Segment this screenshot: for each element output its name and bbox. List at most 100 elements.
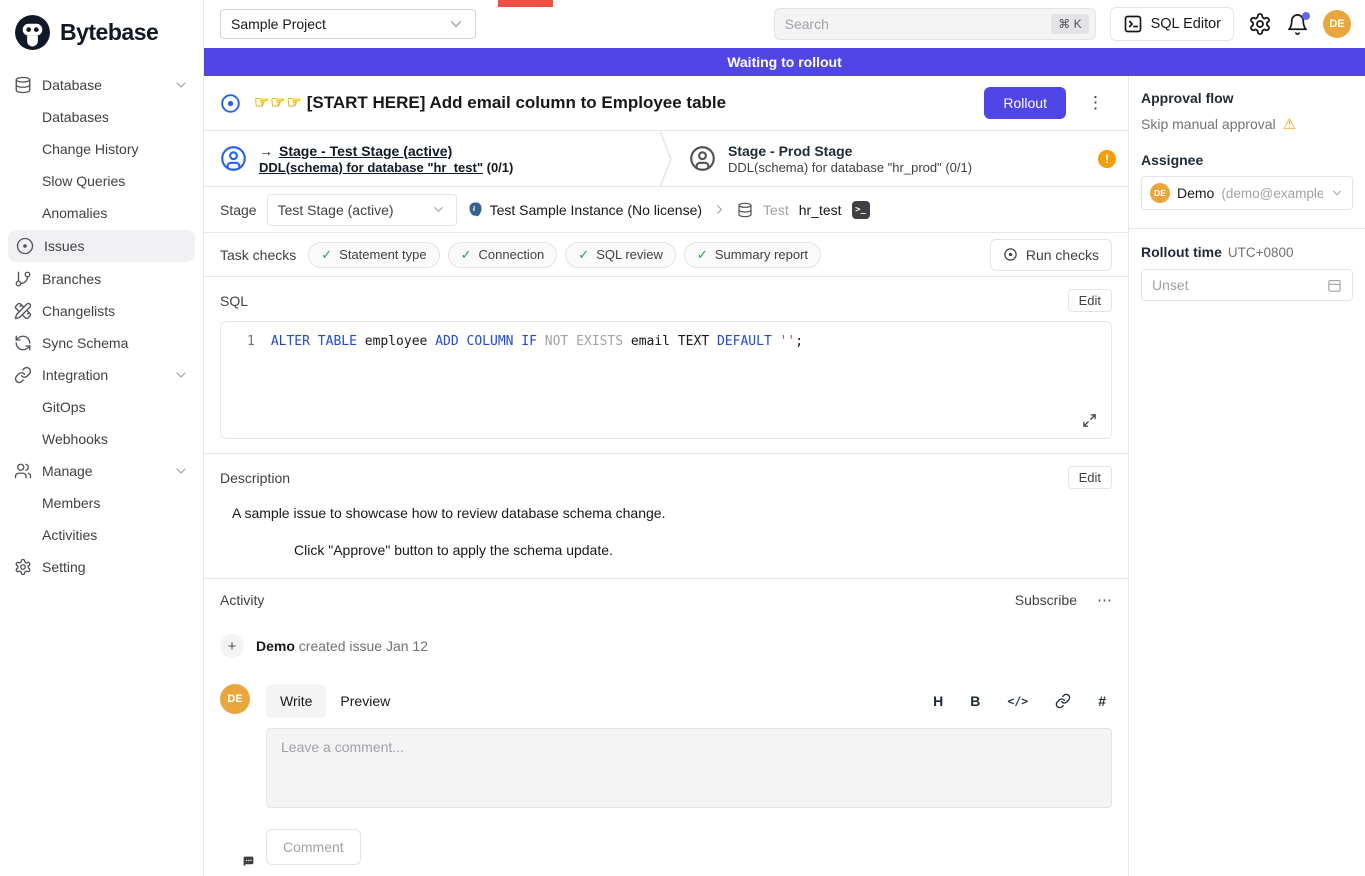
database-icon: [14, 76, 32, 94]
activity-section: Activity Subscribe ⋯ + Demo created issu…: [204, 579, 1128, 664]
comment-submit-button[interactable]: Comment: [266, 829, 361, 865]
sidebar-item-activities[interactable]: Activities: [0, 519, 203, 551]
sidebar-item-webhooks[interactable]: Webhooks: [0, 423, 203, 455]
link-format-button[interactable]: [1055, 693, 1071, 709]
sidebar: Bytebase Database Databases Change Histo…: [0, 0, 204, 876]
issue-detail: ☞☞☞[START HERE] Add email column to Empl…: [204, 76, 1128, 876]
sidebar-item-branches[interactable]: Branches: [0, 263, 203, 295]
chevron-down-icon: [173, 463, 189, 479]
chevron-down-icon: [1330, 186, 1344, 200]
issue-status-icon: [220, 93, 241, 114]
approval-flow-value: Skip manual approval: [1141, 116, 1276, 132]
notification-bell-icon[interactable]: [1286, 13, 1309, 36]
hash-format-button[interactable]: #: [1098, 693, 1106, 709]
stage-card-prod[interactable]: Stage - Prod Stage DDL(schema) for datab…: [673, 131, 1128, 186]
approval-flow-label: Approval flow: [1141, 90, 1353, 106]
stage-task-count: (0/1): [483, 160, 513, 175]
description-section: Description Edit A sample issue to showc…: [204, 454, 1128, 579]
bold-format-button[interactable]: B: [970, 693, 980, 709]
subscribe-button[interactable]: Subscribe: [1015, 592, 1077, 608]
more-options-icon[interactable]: ⋯: [1097, 591, 1112, 609]
sql-editor-button[interactable]: SQL Editor: [1110, 7, 1234, 41]
sidebar-item-sync-schema[interactable]: Sync Schema: [0, 327, 203, 359]
brand-name: Bytebase: [60, 19, 158, 46]
current-stage-arrow: →: [259, 143, 273, 159]
description-line-1: A sample issue to showcase how to review…: [232, 505, 1112, 521]
chevron-down-icon: [173, 77, 189, 93]
check-pill-summary-report[interactable]: ✓Summary report: [684, 242, 821, 268]
task-checks-row: Task checks ✓Statement type ✓Connection …: [204, 233, 1128, 277]
kebab-menu-icon[interactable]: ⋮: [1079, 93, 1112, 113]
brand-logo[interactable]: Bytebase: [0, 8, 203, 61]
stage-select[interactable]: Test Stage (active): [267, 194, 457, 226]
stage-selector-row: Stage Test Stage (active) Test Sample In…: [204, 187, 1128, 233]
topbar: Sample Project ⌘ K SQL Editor DE: [204, 0, 1365, 48]
tab-write[interactable]: Write: [266, 684, 326, 718]
comment-tabs: Write Preview H B </> #: [266, 684, 1112, 718]
git-branch-icon: [14, 270, 32, 288]
check-pill-statement-type[interactable]: ✓Statement type: [308, 242, 439, 268]
stage-user-icon: [689, 145, 716, 172]
settings-gear-icon[interactable]: [1248, 12, 1272, 36]
line-number: 1: [247, 334, 255, 349]
code-format-button[interactable]: </>: [1007, 694, 1028, 708]
plus-icon: +: [220, 634, 244, 658]
task-checks-label: Task checks: [220, 247, 296, 263]
database-cylinder-icon: [737, 202, 753, 218]
screen-recording-indicator: [498, 0, 553, 7]
search-box[interactable]: ⌘ K: [774, 8, 1096, 40]
issue-header: ☞☞☞[START HERE] Add email column to Empl…: [204, 76, 1128, 131]
expand-fullscreen-icon[interactable]: [1082, 413, 1097, 428]
run-checks-button[interactable]: Run checks: [990, 239, 1112, 271]
issue-sidebar: Approval flow Skip manual approval ⚠ Ass…: [1128, 76, 1365, 876]
rollout-timezone: UTC+0800: [1228, 245, 1294, 260]
sql-edit-button[interactable]: Edit: [1068, 289, 1112, 312]
sidebar-item-databases[interactable]: Databases: [0, 101, 203, 133]
project-select[interactable]: Sample Project: [220, 9, 476, 39]
comment-bubble-icon: [242, 855, 255, 868]
open-sql-editor-icon[interactable]: >_: [852, 201, 870, 219]
stage-task-label: DDL(schema) for database "hr_prod" (0/1): [728, 160, 972, 175]
rollout-time-picker[interactable]: Unset: [1141, 269, 1353, 301]
sidebar-item-database[interactable]: Database: [0, 69, 203, 101]
description-edit-button[interactable]: Edit: [1068, 466, 1112, 489]
check-pill-sql-review[interactable]: ✓SQL review: [565, 242, 676, 268]
sidebar-item-changelists[interactable]: Changelists: [0, 295, 203, 327]
status-banner: Waiting to rollout: [204, 48, 1365, 76]
bytebase-logo-icon: [14, 14, 51, 51]
stage-task-link[interactable]: DDL(schema) for database "hr_test": [259, 160, 483, 175]
heading-format-button[interactable]: H: [933, 693, 943, 709]
sidebar-item-members[interactable]: Members: [0, 487, 203, 519]
user-avatar[interactable]: DE: [1323, 10, 1351, 38]
assignee-email: (demo@example: [1221, 186, 1323, 201]
activity-user: Demo: [256, 638, 295, 654]
sidebar-item-integration[interactable]: Integration: [0, 359, 203, 391]
sql-editor[interactable]: 1 ALTER TABLE employee ADD COLUMN IF NOT…: [220, 321, 1112, 439]
comment-textarea[interactable]: [266, 728, 1112, 808]
sql-section: SQL Edit 1 ALTER TABLE employee ADD COLU…: [204, 277, 1128, 454]
sidebar-item-change-history[interactable]: Change History: [0, 133, 203, 165]
stage-user-icon-active: [220, 145, 247, 172]
tab-preview[interactable]: Preview: [326, 684, 404, 718]
postgres-icon: [467, 201, 484, 218]
sidebar-nav: Database Databases Change History Slow Q…: [0, 69, 203, 583]
instance-link[interactable]: Test Sample Instance (No license): [467, 201, 702, 218]
sidebar-item-issues[interactable]: Issues: [8, 230, 195, 262]
search-input[interactable]: [785, 16, 1052, 32]
chevron-down-icon: [173, 367, 189, 383]
sidebar-item-manage[interactable]: Manage: [0, 455, 203, 487]
sidebar-item-anomalies[interactable]: Anomalies: [0, 197, 203, 229]
gear-icon: [14, 558, 32, 576]
database-link[interactable]: hr_test: [799, 202, 842, 218]
check-icon: ✓: [461, 247, 472, 263]
check-pill-connection[interactable]: ✓Connection: [448, 242, 558, 268]
stage-card-test[interactable]: →Stage - Test Stage (active) DDL(schema)…: [204, 131, 659, 186]
sidebar-item-slow-queries[interactable]: Slow Queries: [0, 165, 203, 197]
chevron-right-icon: [712, 202, 727, 217]
sidebar-item-gitops[interactable]: GitOps: [0, 391, 203, 423]
terminal-icon: [1123, 14, 1143, 34]
environment-label: Test: [763, 202, 789, 218]
assignee-select[interactable]: DE Demo (demo@example: [1141, 176, 1353, 210]
rollout-button[interactable]: Rollout: [984, 87, 1066, 119]
sidebar-item-setting[interactable]: Setting: [0, 551, 203, 583]
